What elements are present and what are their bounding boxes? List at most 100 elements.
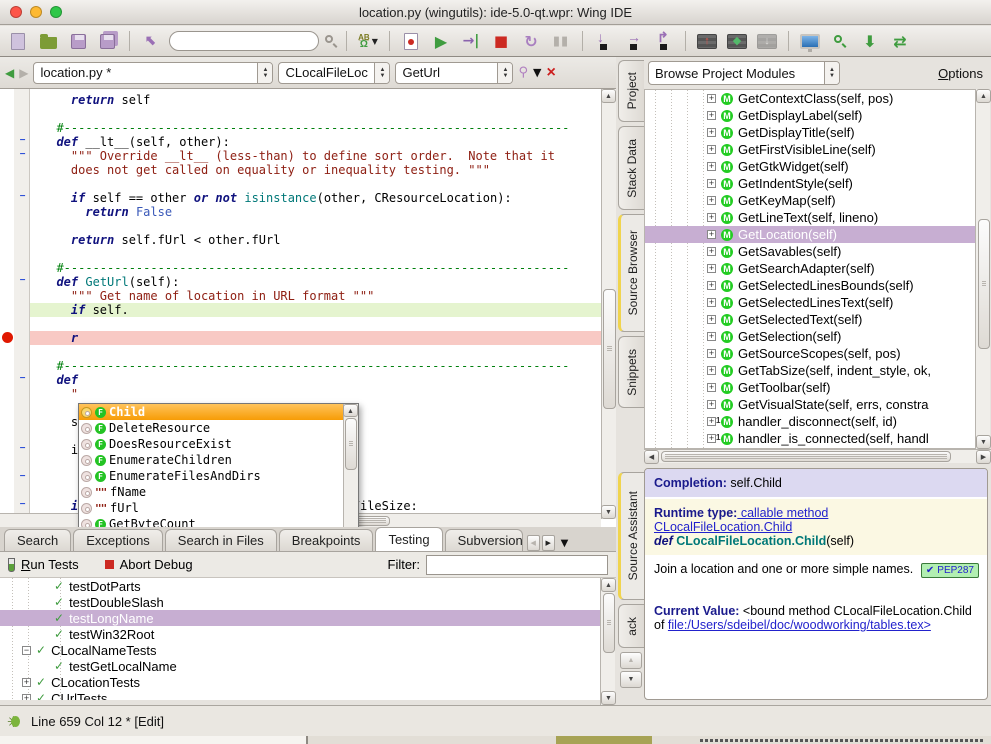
test-tree-item[interactable]: ✓testWin32Root [0, 626, 600, 642]
code-line[interactable]: """ Get name of location in URL format "… [30, 289, 601, 303]
back-button[interactable]: ◀ [5, 66, 14, 80]
run-to-cursor-button[interactable]: →| [459, 29, 483, 53]
browser-tree-item[interactable]: +MGetSelectedLinesBounds(self) [707, 277, 975, 294]
step-over-button[interactable]: → [622, 29, 646, 53]
fold-marker[interactable]: − [18, 151, 27, 160]
expand-icon[interactable]: + [707, 179, 716, 188]
pause-button[interactable]: ▮▮ [549, 29, 573, 53]
tests-vscroll-thumb[interactable] [603, 593, 615, 653]
code-line[interactable] [30, 317, 601, 331]
test-tree-item[interactable]: ✓testLongName [0, 610, 600, 626]
tabs-scroll-left[interactable]: ◀ [527, 535, 540, 551]
popup-scroll-thumb[interactable] [345, 418, 357, 470]
test-tree-item[interactable]: ✓testDoubleSlash [0, 594, 600, 610]
tab-stack-data[interactable]: Stack Data [618, 126, 644, 210]
fold-marker[interactable]: − [18, 137, 27, 146]
restart-button[interactable]: ↻ [519, 29, 543, 53]
tab-source-browser[interactable]: Source Browser [618, 214, 644, 332]
code-line[interactable]: def [30, 373, 601, 387]
run-tests-button[interactable]: Run Tests [21, 557, 79, 572]
browser-tree-item[interactable]: +MGetToolbar(self) [707, 379, 975, 396]
tab-search-in-files[interactable]: Search in Files [165, 529, 277, 551]
editor-menu-chevron[interactable]: ▼ [533, 66, 541, 79]
module-browser-tree[interactable]: +MGetContextClass(self, pos)+MGetDisplay… [644, 89, 975, 449]
fold-marker[interactable]: − [18, 445, 27, 454]
browser-tree-item[interactable]: +MGetFirstVisibleLine(self) [707, 141, 975, 158]
options-menu[interactable]: Options [938, 66, 983, 81]
browser-hscroll-thumb[interactable] [661, 451, 951, 462]
popup-scroll-up[interactable]: ▲ [343, 404, 358, 417]
search-in-editor-button[interactable] [828, 29, 852, 53]
toolbar-search-input[interactable] [169, 31, 319, 51]
browser-vscrollbar[interactable]: ▲ ▼ [975, 89, 990, 449]
code-line[interactable] [30, 107, 601, 121]
browser-tree-item[interactable]: +MGetSourceScopes(self, pos) [707, 345, 975, 362]
browser-tree-item[interactable]: +MGetSavables(self) [707, 243, 975, 260]
tabstrip-scroll-down[interactable]: ▼ [620, 671, 642, 688]
scroll-down-button[interactable]: ▼ [601, 505, 616, 519]
code-editor[interactable]: −−−−−−−− return self #------------------… [0, 89, 616, 527]
fold-marker[interactable]: − [18, 193, 27, 202]
expand-icon[interactable]: + [707, 366, 716, 375]
expand-icon[interactable]: + [707, 247, 716, 256]
browser-scroll-right[interactable]: ▶ [976, 450, 991, 464]
abort-debug-button[interactable]: Abort Debug [120, 557, 193, 572]
test-tree-item[interactable]: ✓testDotParts [0, 578, 600, 594]
debug-file-button[interactable] [399, 29, 423, 53]
browser-tree-item[interactable]: +MGetSearchAdapter(self) [707, 260, 975, 277]
test-tree-item[interactable]: −✓CLocalNameTests [0, 642, 600, 658]
filter-input[interactable] [426, 555, 608, 575]
code-line[interactable]: def GetUrl(self): [30, 275, 601, 289]
code-line[interactable]: #---------------------------------------… [30, 359, 601, 373]
test-results-tree[interactable]: ✓testDotParts✓testDoubleSlash✓testLongNa… [0, 578, 600, 700]
expand-icon[interactable]: + [707, 213, 716, 222]
tabs-menu-button[interactable]: ▼ [561, 538, 569, 549]
breakpoint-marker[interactable] [2, 332, 13, 343]
runtime-type-link[interactable]: callable method [737, 506, 828, 520]
completion-item[interactable]: FEnumerateChildren [79, 452, 343, 468]
code-line[interactable] [30, 345, 601, 359]
code-line[interactable]: #---------------------------------------… [30, 121, 601, 135]
tab-source-assistant[interactable]: Source Assistant [618, 472, 644, 600]
browser-tree-item[interactable]: +MGetTabSize(self, indent_style, ok, [707, 362, 975, 379]
code-line[interactable]: if self == other or not isinstance(other… [30, 191, 601, 205]
completion-item[interactable]: FDoesResourceExist [79, 436, 343, 452]
browser-tree-item[interactable]: +MGetGtkWidget(self) [707, 158, 975, 175]
expand-icon[interactable]: + [707, 128, 716, 137]
file-dropdown[interactable]: location.py * ▲▼ [33, 62, 273, 84]
code-line[interactable] [30, 177, 601, 191]
browser-scroll-left[interactable]: ◀ [644, 450, 659, 464]
expand-icon[interactable]: + [707, 332, 716, 341]
class-scope-dropdown[interactable]: CLocalFileLoc ▲▼ [278, 62, 390, 84]
tabstrip-scroll-up[interactable]: ▲ [620, 652, 642, 669]
expand-icon[interactable]: + [707, 145, 716, 154]
completion-item[interactable]: ""fName [79, 484, 343, 500]
stop-button[interactable]: ■ [489, 29, 513, 53]
goto-selected-button[interactable]: ⬇ [858, 29, 882, 53]
completion-item[interactable]: FEnumerateFilesAndDirs [79, 468, 343, 484]
browser-tree-item[interactable]: +MGetLocation(self) [645, 226, 975, 243]
fold-marker[interactable]: − [18, 501, 27, 510]
expand-icon[interactable]: + [707, 400, 716, 409]
expand-icon[interactable]: + [707, 281, 716, 290]
code-line[interactable]: def __lt__(self, other): [30, 135, 601, 149]
fold-marker[interactable]: − [18, 375, 27, 384]
test-tree-item[interactable]: +✓CUrlTests [0, 690, 600, 700]
expand-icon[interactable]: + [707, 315, 716, 324]
expand-icon[interactable]: + [707, 383, 716, 392]
fold-marker[interactable]: − [18, 277, 27, 286]
step-out-button[interactable]: ↱ [652, 29, 676, 53]
completion-item[interactable]: ""fUrl [79, 500, 343, 516]
browser-tree-item[interactable]: +MGetDisplayLabel(self) [707, 107, 975, 124]
open-file-button[interactable] [36, 29, 60, 53]
frame-up-button[interactable]: ↑ [695, 29, 719, 53]
runtime-class-link[interactable]: CLocalFileLocation.Child [654, 520, 792, 534]
tab-stack-clipped[interactable]: ack [618, 604, 644, 648]
expand-icon[interactable]: + [22, 678, 31, 687]
expand-icon[interactable]: + [707, 417, 716, 426]
step-into-button[interactable]: ↓ [592, 29, 616, 53]
code-line[interactable]: return self [30, 93, 601, 107]
current-value-link[interactable]: file:/Users/sdeibel/doc/woodworking/tabl… [668, 618, 931, 632]
browse-mode-dropdown[interactable]: Browse Project Modules ▲▼ [648, 61, 840, 85]
tests-vscrollbar[interactable]: ▲ ▼ [600, 578, 615, 705]
